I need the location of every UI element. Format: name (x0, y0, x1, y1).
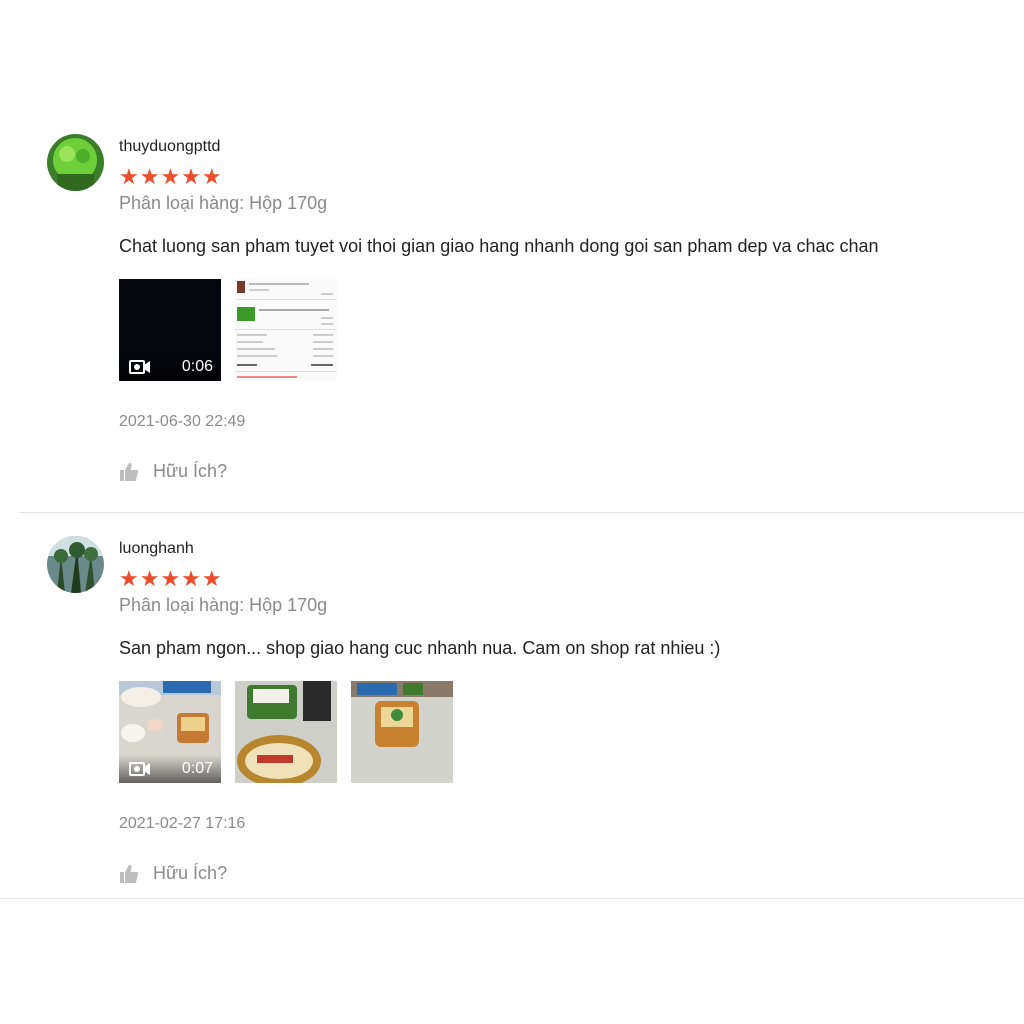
video-duration: 0:06 (181, 358, 213, 375)
rating-stars: ★★★★★ (119, 567, 223, 591)
product-variation: Phân loại hàng: Hộp 170g (119, 193, 328, 213)
review-comment: San pham ngon... shop giao hang cuc nhan… (119, 638, 721, 658)
helpful-label: Hữu Ích? (153, 461, 228, 481)
review-date: 2021-06-30 22:49 (119, 413, 246, 430)
avatar[interactable] (47, 134, 104, 191)
review-comment: Chat luong san pham tuyet voi thoi gian … (119, 236, 879, 256)
review-divider (19, 512, 1024, 513)
image-thumbnail[interactable] (351, 681, 453, 783)
username[interactable]: thuyduongpttd (119, 138, 220, 156)
username[interactable]: luonghanh (119, 540, 194, 558)
video-thumbnail[interactable]: 0:06 (119, 279, 221, 381)
helpful-label: Hữu Ích? (153, 863, 228, 883)
image-thumbnail[interactable] (235, 279, 337, 381)
avatar[interactable] (47, 536, 104, 593)
rating-stars: ★★★★★ (119, 165, 223, 189)
helpful-button[interactable]: Hữu Ích? (119, 863, 227, 884)
helpful-button[interactable]: Hữu Ích? (119, 461, 227, 482)
video-camera-icon (129, 762, 150, 776)
product-variation: Phân loại hàng: Hộp 170g (119, 595, 328, 615)
review-media: 0:07 (119, 681, 453, 783)
video-info-bar: 0:07 (119, 755, 221, 783)
video-info-bar: 0:06 (119, 353, 221, 381)
thumbs-up-icon (120, 462, 139, 481)
star-icons: ★★★★★ (119, 566, 223, 591)
review-media: 0:06 (119, 279, 337, 381)
video-duration: 0:07 (181, 760, 213, 777)
video-thumbnail[interactable]: 0:07 (119, 681, 221, 783)
review-date: 2021-02-27 17:16 (119, 815, 246, 832)
video-camera-icon (129, 360, 150, 374)
thumbs-up-icon (120, 864, 139, 883)
image-thumbnail[interactable] (235, 681, 337, 783)
star-icons: ★★★★★ (119, 164, 223, 189)
review-divider (0, 898, 1024, 899)
